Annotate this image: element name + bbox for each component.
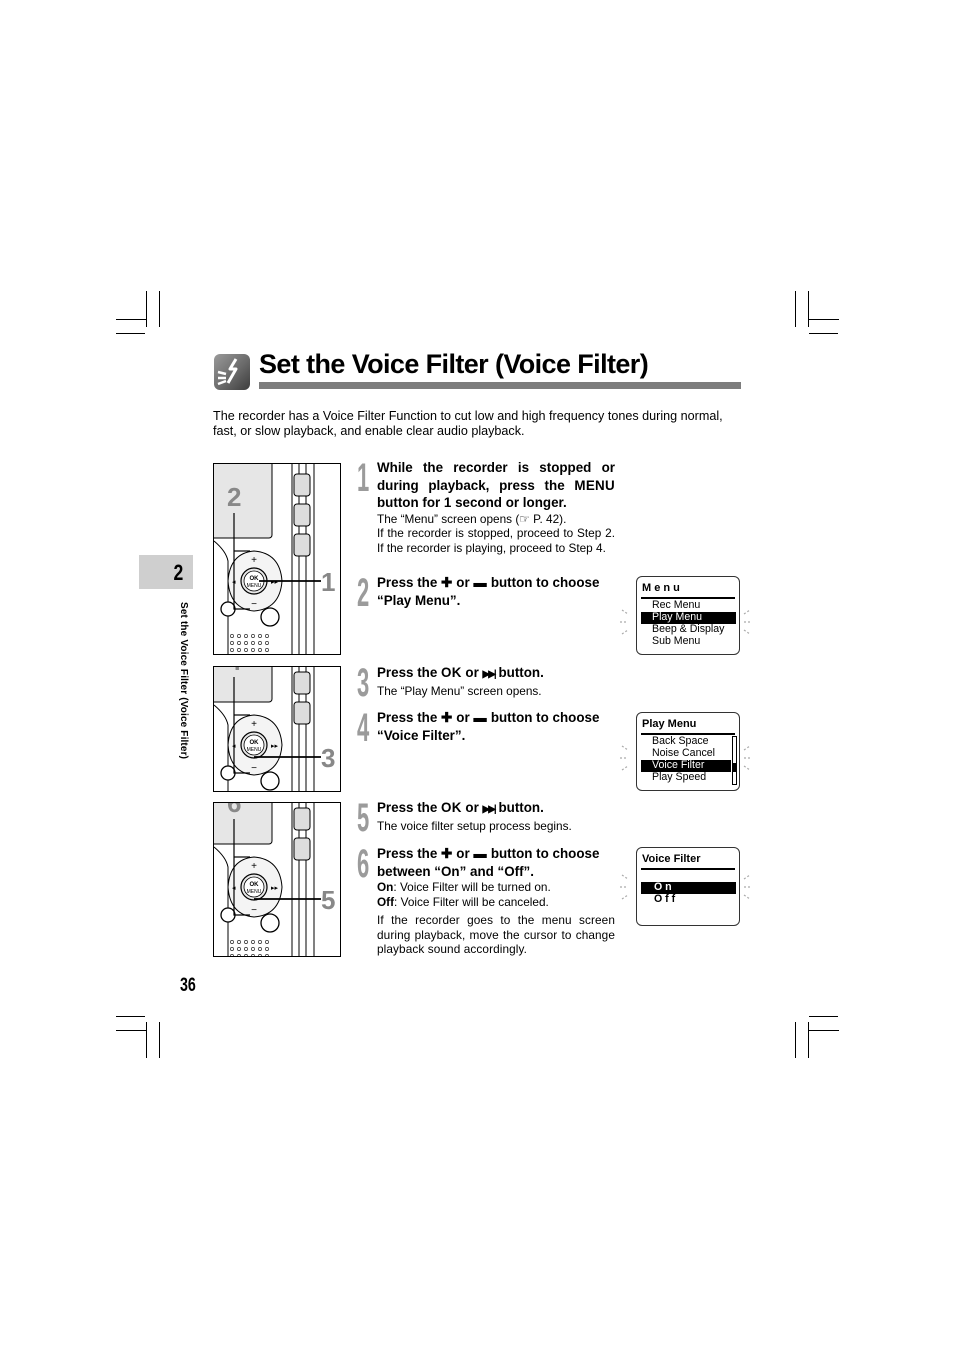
on-label: On	[377, 880, 394, 894]
svg-text:5: 5	[321, 885, 335, 915]
minus-icon: ▬	[473, 710, 488, 725]
svg-text:+: +	[251, 861, 257, 872]
side-label: Set the Voice Filter (Voice Filter)	[176, 602, 190, 777]
fast-forward-icon: ▶▶|	[482, 804, 497, 815]
text: Press the	[377, 665, 442, 680]
device-illustration-3: OK MENU + − ◂ ▸▸ 6 5	[213, 802, 341, 957]
step-instruction: While the recorder is stopped or during …	[377, 459, 615, 512]
title-rule	[259, 382, 741, 389]
plus-icon: ✚	[441, 846, 453, 861]
step-instruction: Press the ✚ or ▬ button to choose “Voice…	[377, 709, 615, 744]
svg-text:MENU: MENU	[247, 889, 262, 895]
flash-indicator-icon	[620, 745, 752, 771]
flash-indicator-icon	[620, 609, 752, 635]
on-description: On: Voice Filter will be turned on.	[377, 880, 615, 895]
text: or	[452, 575, 474, 590]
svg-text:−: −	[251, 763, 257, 774]
recorder-illustration: OKMENU+−◂ ▸▸65	[214, 803, 335, 956]
minus-icon: ▬	[473, 575, 488, 590]
intro-paragraph: The recorder has a Voice Filter Function…	[213, 409, 723, 438]
step-3: 3 Press the OK or ▶▶| button. The “Play …	[357, 663, 615, 703]
svg-text:OK: OK	[250, 576, 260, 582]
svg-text:▸▸: ▸▸	[271, 743, 279, 750]
text: or	[452, 846, 474, 861]
step-6: 6 Press the ✚ or ▬ button to choose betw…	[357, 842, 615, 957]
svg-text:1: 1	[321, 567, 335, 597]
text: : Voice Filter will be canceled.	[394, 894, 549, 909]
svg-text:OK: OK	[250, 740, 260, 746]
text: button.	[494, 800, 544, 815]
step-instruction: Press the OK or ▶▶| button.	[377, 799, 615, 819]
side-label-text: Set the Voice Filter (Voice Filter)	[178, 602, 189, 760]
svg-text:+: +	[251, 555, 257, 566]
svg-text:MENU: MENU	[247, 747, 262, 753]
step-note: The voice filter setup process begins.	[377, 818, 572, 833]
step-number: 6	[357, 842, 370, 886]
device-illustration-1: OK MENU + − ◂ ▸▸ 2 1	[213, 463, 341, 655]
step-instruction: Press the OK or ▶▶| button.	[377, 664, 615, 684]
step-5: 5 Press the OK or ▶▶| button. The voice …	[357, 798, 615, 838]
menu-key-label: MENU	[574, 477, 615, 493]
off-label: Off	[377, 894, 395, 909]
recorder-illustration: OKMENU+−◂▸▸43	[214, 667, 335, 791]
fast-forward-icon: ▶▶|	[482, 669, 497, 680]
svg-text:OK: OK	[250, 882, 260, 888]
text: Press the	[377, 710, 442, 725]
text: button.	[494, 665, 544, 680]
svg-text:−: −	[251, 905, 257, 916]
svg-text:−: −	[251, 599, 257, 610]
ok-key-label: OK	[441, 800, 462, 815]
step-number: 2	[357, 571, 370, 615]
text: Press the	[377, 846, 442, 861]
step-instruction: Press the ✚ or ▬ button to choose “Play …	[377, 574, 615, 609]
svg-text:+: +	[251, 719, 257, 730]
step-note: The “Play Menu” screen opens.	[377, 683, 542, 698]
page-title: Set the Voice Filter (Voice Filter)	[259, 349, 649, 379]
svg-text:MENU: MENU	[247, 583, 262, 589]
chapter-number: 2	[173, 560, 183, 585]
step-number: 5	[357, 796, 370, 840]
step-number: 4	[357, 706, 370, 750]
text: Press the	[377, 575, 442, 590]
svg-text:▸▸: ▸▸	[271, 579, 279, 586]
svg-text:3: 3	[321, 743, 335, 773]
svg-text:6: 6	[227, 803, 241, 818]
step-number: 1	[357, 456, 370, 500]
step-note: The “Menu” screen opens (☞ P. 42).	[377, 511, 567, 526]
step-instruction: Press the ✚ or ▬ button to choose betwee…	[377, 845, 615, 880]
page-number: 36	[180, 975, 196, 996]
plus-icon: ✚	[441, 710, 453, 725]
flash-indicator-icon	[620, 874, 752, 900]
step-1: 1 While the recorder is stopped or durin…	[357, 456, 615, 555]
voice-filter-icon	[214, 354, 250, 390]
step-number: 3	[357, 661, 370, 705]
text: or	[461, 665, 483, 680]
svg-text:4: 4	[227, 667, 242, 676]
minus-icon: ▬	[473, 846, 488, 861]
svg-text:2: 2	[227, 482, 241, 512]
off-description: Off: Voice Filter will be canceled.	[377, 895, 615, 910]
step-4: 4 Press the ✚ or ▬ button to choose “Voi…	[357, 706, 615, 750]
recorder-illustration: OKMENU+−◂ ▸▸21	[214, 464, 335, 654]
step-extra-note: If the recorder goes to the menu screen …	[377, 913, 615, 957]
chapter-tab: 2	[139, 555, 193, 589]
svg-text:▸▸: ▸▸	[271, 885, 279, 892]
text: or	[452, 710, 474, 725]
ok-key-label: OK	[441, 665, 462, 680]
text: button for 1 second or longer.	[377, 495, 567, 510]
text: Press the	[377, 800, 442, 815]
step-note: If the recorder is stopped, proceed to S…	[377, 526, 615, 555]
step-2: 2 Press the ✚ or ▬ button to choose “Pla…	[357, 571, 615, 615]
text: : Voice Filter will be turned on.	[393, 880, 551, 894]
plus-icon: ✚	[441, 575, 453, 590]
device-illustration-2: OKMENU+−◂▸▸43	[213, 666, 341, 792]
text: or	[461, 800, 483, 815]
